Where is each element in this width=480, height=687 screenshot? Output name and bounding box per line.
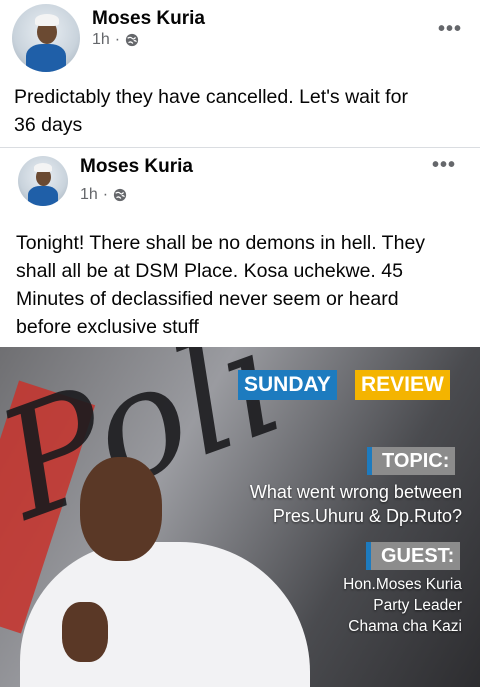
guest-name: Hon.Moses Kuria bbox=[343, 576, 462, 593]
review-label: REVIEW bbox=[355, 370, 450, 400]
more-options-icon[interactable]: ••• bbox=[438, 18, 462, 41]
post-meta: 1h · bbox=[92, 31, 139, 49]
topic-line: Pres.Uhuru & Dp.Ruto? bbox=[272, 506, 462, 526]
topic-text: What went wrong between Pres.Uhuru & Dp.… bbox=[250, 480, 462, 528]
author-avatar[interactable] bbox=[12, 4, 80, 72]
sunday-label: SUNDAY bbox=[238, 370, 337, 400]
topic-line: What went wrong between bbox=[249, 482, 462, 502]
author-name[interactable]: Moses Kuria bbox=[80, 156, 193, 178]
guest-title: Chama cha Kazi bbox=[348, 618, 462, 635]
avatar-cap-shape bbox=[35, 14, 59, 26]
post-image[interactable]: Poli SUNDAY REVIEW TOPIC: What went wron… bbox=[0, 347, 480, 687]
guest-photo-head bbox=[80, 457, 162, 561]
original-post: Moses Kuria 1h · ••• Tonight! There shal… bbox=[0, 148, 480, 348]
guest-label: GUEST: bbox=[366, 542, 461, 570]
post-text-line: 36 days bbox=[14, 114, 83, 136]
post-text-line: Minutes of declassified never seem or he… bbox=[16, 288, 399, 310]
post-text: Tonight! There shall be no demons in hel… bbox=[16, 229, 425, 341]
author-name[interactable]: Moses Kuria bbox=[92, 8, 205, 30]
author-avatar[interactable] bbox=[18, 156, 68, 206]
more-options-icon[interactable]: ••• bbox=[432, 154, 456, 177]
post-text: Predictably they have cancelled. Let's w… bbox=[14, 83, 408, 139]
globe-icon bbox=[114, 188, 127, 202]
post-time[interactable]: 1h bbox=[92, 31, 110, 49]
post-meta: 1h · bbox=[80, 186, 127, 204]
guest-text: Hon.Moses Kuria Party Leader Chama cha K… bbox=[343, 574, 462, 637]
guest-title: Party Leader bbox=[373, 597, 462, 614]
guest-photo-hand bbox=[62, 602, 108, 662]
post-text-line: shall all be at DSM Place. Kosa uchekwe.… bbox=[16, 260, 403, 282]
post-time[interactable]: 1h bbox=[80, 186, 98, 204]
avatar-body-shape bbox=[26, 44, 66, 72]
meta-separator: · bbox=[114, 31, 121, 48]
post-text-line: before exclusive stuff bbox=[16, 316, 199, 338]
post-text-line: Tonight! There shall be no demons in hel… bbox=[16, 232, 426, 254]
shared-post: Moses Kuria 1h · ••• Predictably they ha… bbox=[0, 0, 480, 145]
avatar-body-shape bbox=[28, 186, 58, 206]
topic-label: TOPIC: bbox=[367, 447, 456, 475]
post-text-line: Predictably they have cancelled. Let's w… bbox=[14, 86, 408, 108]
globe-icon bbox=[126, 33, 139, 47]
avatar-cap-shape bbox=[34, 163, 52, 172]
meta-separator: · bbox=[102, 186, 109, 203]
